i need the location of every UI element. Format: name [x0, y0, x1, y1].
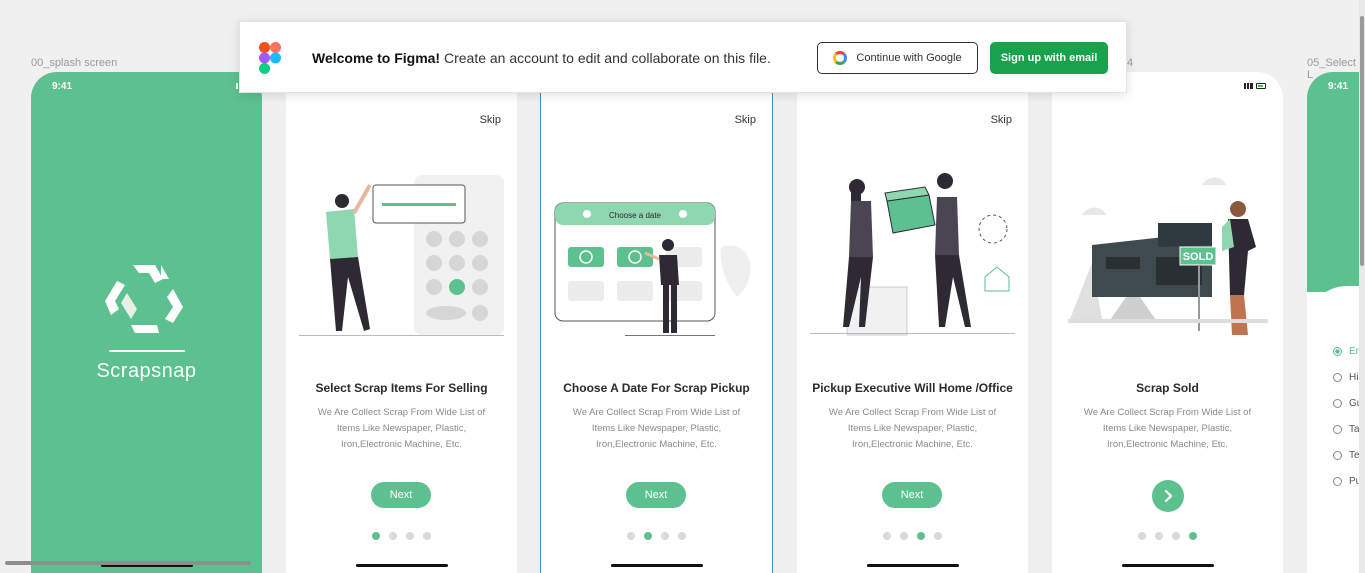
pagination-dots [541, 532, 772, 540]
pagination-dots [1052, 532, 1283, 540]
onboarding-frame-4[interactable]: SOLD Scrap Sold We Are Collect Scrap Fro… [1052, 72, 1283, 573]
sold-sign-label: SOLD [1183, 251, 1214, 263]
slide-title: Choose A Date For Scrap Pickup [563, 381, 750, 395]
splash-screen-frame[interactable]: 9:41 Scrapsnap [31, 72, 262, 573]
onboarding-frame-1[interactable]: Skip Select Scrap Items For Selling We A… [286, 72, 517, 573]
slide-title: Scrap Sold [1136, 381, 1199, 395]
pagination-dot[interactable] [883, 532, 891, 540]
slide-description: We Are Collect Scrap From Wide List of I… [572, 407, 741, 450]
pagination-dot[interactable] [389, 532, 397, 540]
calendar-header-label: Choose a date [609, 211, 662, 220]
slide-description: We Are Collect Scrap From Wide List of I… [1083, 407, 1252, 450]
pagination-dot[interactable] [1189, 532, 1197, 540]
vertical-scrollbar[interactable] [1359, 0, 1365, 573]
radio-icon [1333, 399, 1342, 408]
pagination-dot[interactable] [423, 532, 431, 540]
next-button[interactable]: Next [626, 482, 686, 508]
pagination-dot[interactable] [1138, 532, 1146, 540]
pagination-dot[interactable] [900, 532, 908, 540]
pagination-dot[interactable] [661, 532, 669, 540]
skip-link[interactable]: Skip [735, 114, 756, 126]
banner-title: Welcome to Figma! [312, 50, 441, 66]
radio-selected-icon [1333, 347, 1342, 356]
pagination-dot[interactable] [934, 532, 942, 540]
frame-label-splash[interactable]: 00_splash screen [31, 57, 117, 69]
signal-icon [1244, 83, 1253, 89]
sign-up-email-button[interactable]: Sign up with email [990, 42, 1108, 74]
pagination-dot[interactable] [1155, 532, 1163, 540]
sold-illustration: SOLD [1068, 177, 1268, 335]
status-time: 9:41 [52, 81, 73, 92]
frame-label-slide4[interactable]: 4 [1127, 57, 1133, 69]
battery-icon [1256, 83, 1266, 89]
radio-icon [1333, 425, 1342, 434]
pagination-dot[interactable] [406, 532, 414, 540]
slide-description: We Are Collect Scrap From Wide List of I… [828, 407, 997, 450]
recycle-icon [105, 265, 183, 333]
pagination-dot[interactable] [678, 532, 686, 540]
next-button[interactable]: Next [371, 482, 431, 508]
banner-body: Create an account to edit and collaborat… [443, 50, 771, 66]
onboarding-frame-2[interactable]: Skip Choose a date Choose A Date For Scr… [540, 71, 773, 573]
figma-signup-banner: Welcome to Figma! Create an account to e… [239, 21, 1127, 93]
pagination-dot[interactable] [644, 532, 652, 540]
splash-divider [109, 350, 185, 352]
pagination-dot[interactable] [627, 532, 635, 540]
pagination-dots [797, 532, 1028, 540]
continue-with-google-button[interactable]: Continue with Google [817, 42, 978, 74]
pagination-dots [286, 532, 517, 540]
select-items-illustration [299, 175, 504, 336]
slide-description: We Are Collect Scrap From Wide List of I… [317, 407, 486, 450]
horizontal-scrollbar[interactable] [5, 561, 251, 565]
home-indicator [356, 564, 448, 567]
radio-icon [1333, 373, 1342, 382]
skip-link[interactable]: Skip [480, 114, 501, 126]
calendar-illustration: Choose a date [554, 202, 751, 336]
language-panel [1307, 286, 1365, 346]
slide-title: Select Scrap Items For Selling [315, 381, 488, 395]
onboarding-frame-3[interactable]: Skip Pickup Executive Will Home /Office … [797, 72, 1028, 573]
status-icons [1244, 83, 1266, 89]
google-icon [833, 51, 848, 65]
radio-icon [1333, 451, 1342, 460]
banner-message: Welcome to Figma! Create an account to e… [312, 50, 771, 66]
pagination-dot[interactable] [917, 532, 925, 540]
home-indicator [611, 564, 703, 567]
home-indicator [867, 564, 959, 567]
pagination-dot[interactable] [372, 532, 380, 540]
skip-link[interactable]: Skip [991, 114, 1012, 126]
app-name: Scrapsnap [96, 360, 197, 382]
radio-icon [1333, 477, 1342, 486]
pagination-dot[interactable] [1172, 532, 1180, 540]
next-arrow-button[interactable] [1152, 480, 1184, 512]
status-time: 9:41 [1328, 81, 1349, 92]
pickup-illustration [810, 173, 1015, 336]
figma-logo-icon [259, 42, 281, 74]
language-header [1307, 72, 1365, 292]
google-button-label: Continue with Google [856, 52, 962, 64]
home-indicator [1122, 564, 1214, 567]
language-select-frame[interactable]: 9:41 Eng Hin Guj Tam Telu Pun [1307, 72, 1365, 573]
chevron-right-icon [1164, 489, 1173, 503]
next-button[interactable]: Next [882, 482, 942, 508]
slide-title: Pickup Executive Will Home /Office [812, 381, 1013, 395]
